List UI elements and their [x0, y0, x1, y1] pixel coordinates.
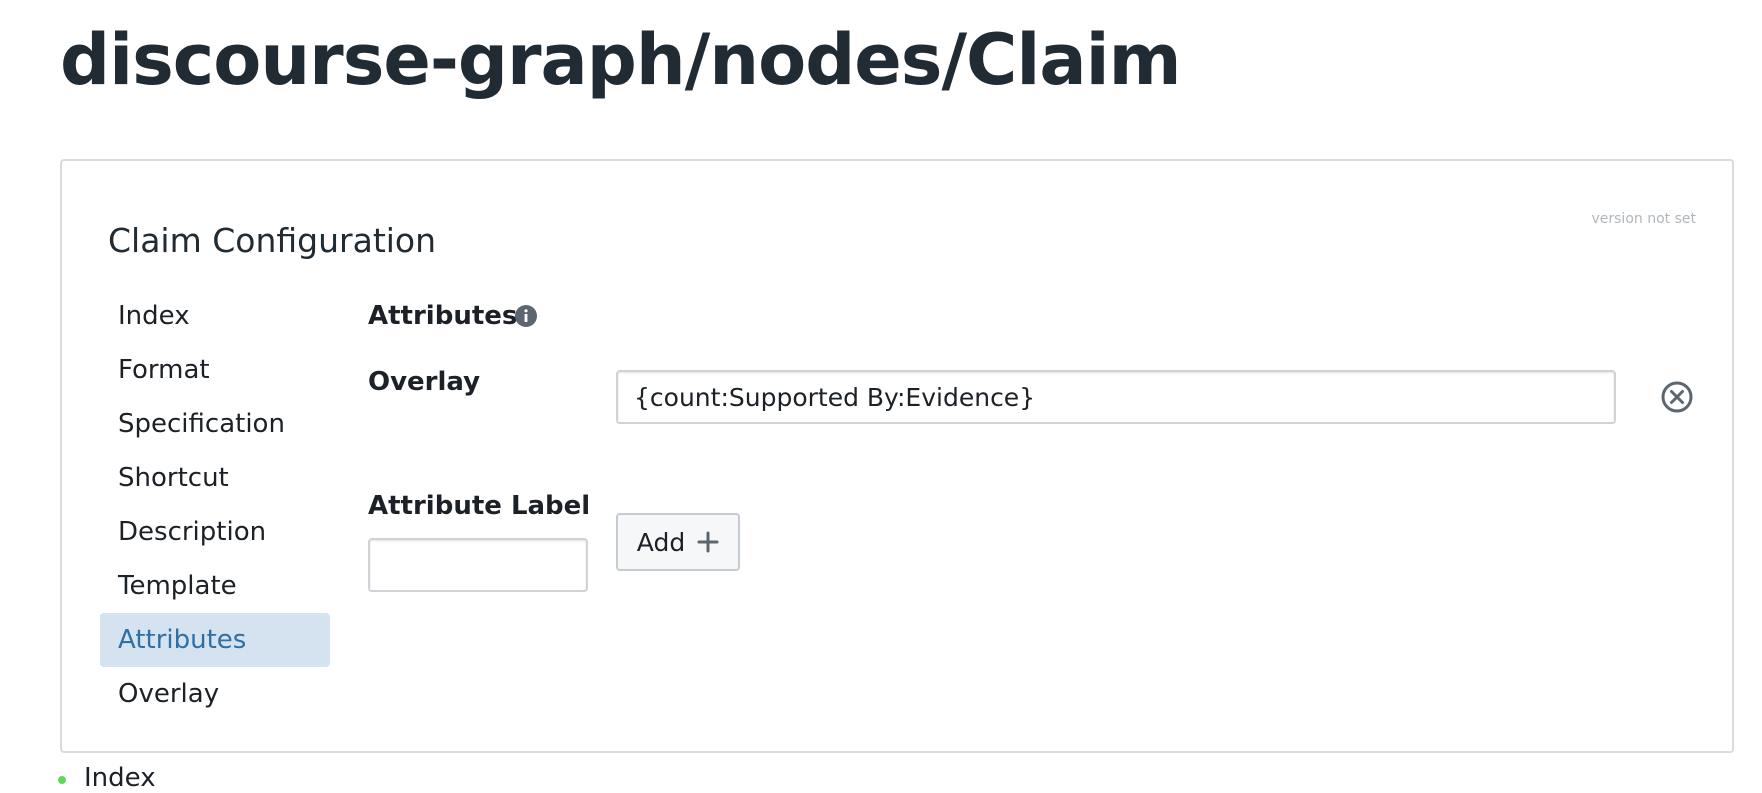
info-icon[interactable] [514, 304, 538, 328]
version-label: version not set [1591, 211, 1696, 227]
overlay-attribute-label: Overlay [368, 367, 481, 397]
bullet-icon [58, 776, 66, 784]
tab-format[interactable]: Format [100, 343, 330, 397]
bullet-item-label: Index [84, 763, 156, 793]
tab-overlay[interactable]: Overlay [100, 667, 330, 721]
config-panel: version not set Claim Configuration Inde… [60, 159, 1734, 753]
attribute-label-title: Attribute Label [368, 491, 591, 521]
tab-description[interactable]: Description [100, 505, 330, 559]
tab-list: Index Format Specification Shortcut Desc… [100, 289, 330, 721]
panel-title: Claim Configuration [108, 221, 437, 260]
tab-shortcut[interactable]: Shortcut [100, 451, 330, 505]
page-title: discourse-graph/nodes/Claim [60, 19, 1182, 101]
attributes-section-title: Attributes [368, 301, 518, 331]
tab-template[interactable]: Template [100, 559, 330, 613]
circle-x-icon[interactable] [1660, 380, 1694, 414]
outline-bullet-item[interactable]: Index [58, 763, 156, 793]
overlay-attribute-input[interactable] [616, 370, 1616, 424]
add-button-label: Add [636, 527, 686, 557]
tab-index[interactable]: Index [100, 289, 330, 343]
attribute-label-input[interactable] [368, 538, 588, 592]
tab-attributes[interactable]: Attributes [100, 613, 330, 667]
add-attribute-button[interactable]: Add [616, 513, 740, 571]
tab-specification[interactable]: Specification [100, 397, 330, 451]
plus-icon [697, 531, 719, 553]
